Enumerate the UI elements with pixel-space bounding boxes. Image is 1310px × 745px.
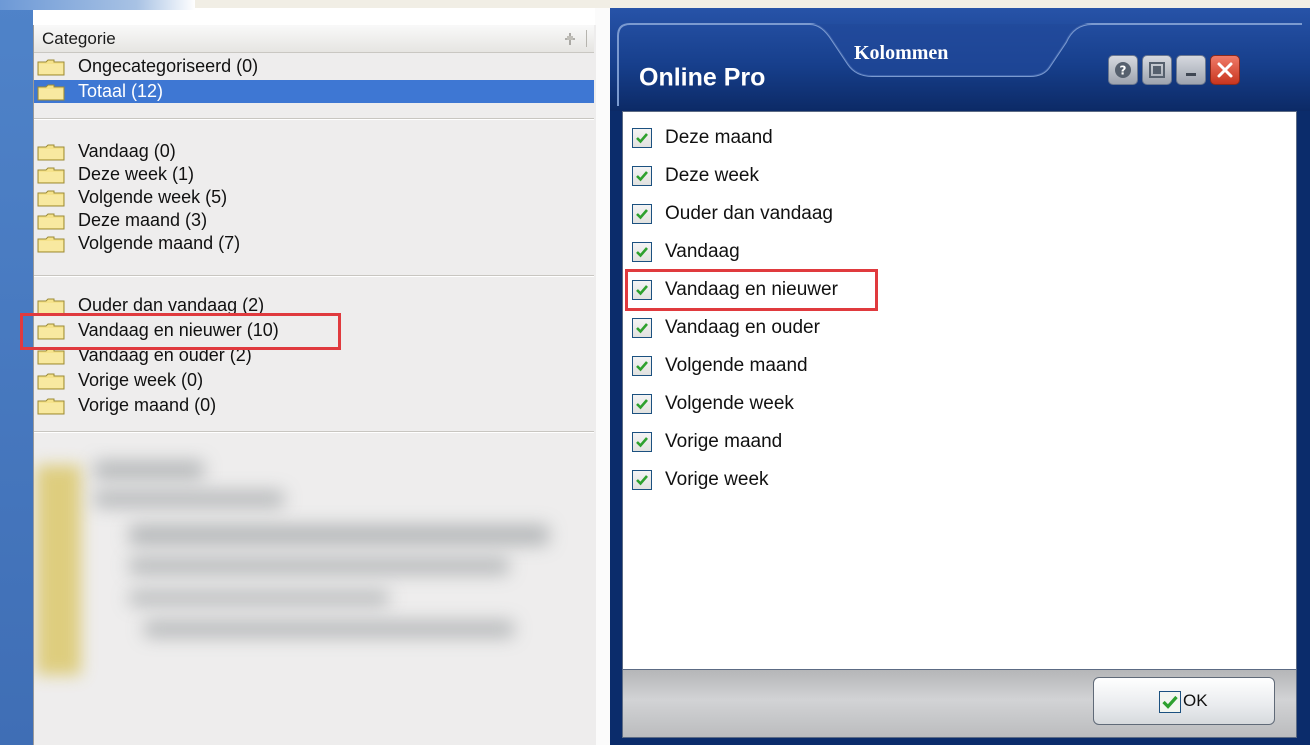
check-icon xyxy=(636,209,648,220)
checkbox[interactable] xyxy=(632,242,652,262)
folder-icon xyxy=(37,84,65,101)
column-label: Vorige week xyxy=(665,469,769,490)
category-label: Volgende maand (7) xyxy=(78,233,241,253)
checkbox[interactable] xyxy=(632,356,652,376)
desktop-left-strip xyxy=(0,0,33,745)
category-label: Deze maand (3) xyxy=(78,210,208,230)
folder-icon xyxy=(37,167,65,184)
folder-icon xyxy=(37,373,65,390)
category-label: Vorige maand (0) xyxy=(78,395,217,415)
top-strip xyxy=(195,0,1310,8)
minimize-icon xyxy=(1186,73,1196,76)
group-divider-highlight xyxy=(34,119,594,120)
checkbox[interactable] xyxy=(632,394,652,414)
check-icon xyxy=(636,475,648,486)
annotation-highlight-box xyxy=(625,269,878,311)
category-panel-header[interactable]: Categorie xyxy=(34,25,594,53)
category-header-label: Categorie xyxy=(42,29,116,48)
column-label: Volgende week xyxy=(665,393,794,414)
check-icon xyxy=(636,171,648,182)
app-title: Online Pro xyxy=(639,63,766,92)
column-label: Ouder dan vandaag xyxy=(665,203,833,224)
column-label: Deze week xyxy=(665,165,759,186)
gap-strip xyxy=(595,8,610,745)
folder-icon xyxy=(37,236,65,253)
window-top-edge xyxy=(0,0,195,10)
minimize-button[interactable] xyxy=(1176,55,1206,85)
column-label: Deze maand xyxy=(665,127,773,148)
category-label: Deze week (1) xyxy=(78,164,195,184)
screen-button[interactable] xyxy=(1142,55,1172,85)
blurred-content xyxy=(34,443,594,745)
check-icon xyxy=(636,399,648,410)
check-icon xyxy=(636,323,648,334)
ok-button[interactable]: OK xyxy=(1093,677,1275,725)
category-label: Volgende week (5) xyxy=(78,187,228,207)
category-item-totaal[interactable]: Totaal (12) xyxy=(34,80,594,103)
close-button[interactable] xyxy=(1210,55,1240,85)
group-divider-highlight xyxy=(34,276,594,277)
check-icon xyxy=(636,437,648,448)
checkbox[interactable] xyxy=(632,318,652,338)
column-label: Volgende maand xyxy=(665,355,808,376)
column-label: Vandaag xyxy=(665,241,740,262)
annotation-highlight-box xyxy=(20,313,341,350)
folder-icon xyxy=(37,213,65,230)
folder-icon xyxy=(37,348,65,365)
columns-list: Deze maand Deze week Ouder dan vandaag V… xyxy=(622,111,1297,671)
tab-kolommen[interactable]: Kolommen xyxy=(854,42,948,65)
check-icon xyxy=(636,361,648,372)
help-icon: ? xyxy=(1115,62,1131,78)
category-label: Vorige week (0) xyxy=(78,370,204,390)
category-panel: Categorie Ongecategoriseerd (0) Totaal (… xyxy=(20,25,596,745)
checkbox[interactable] xyxy=(632,470,652,490)
category-label: Totaal (12) xyxy=(78,81,164,101)
dialog-titlebar[interactable]: Online Pro Kolommen ? xyxy=(610,8,1310,111)
category-label: Ongecategoriseerd (0) xyxy=(78,56,259,76)
group-divider-highlight xyxy=(34,432,594,433)
folder-icon xyxy=(37,144,65,161)
folder-icon xyxy=(37,59,65,76)
checkbox[interactable] xyxy=(632,128,652,148)
check-icon xyxy=(636,247,648,258)
svg-text:?: ? xyxy=(1120,64,1127,78)
checkbox[interactable] xyxy=(632,204,652,224)
checkbox[interactable] xyxy=(632,432,652,452)
columns-dialog: Online Pro Kolommen ? Deze maand Deze we… xyxy=(610,8,1310,745)
help-button[interactable]: ? xyxy=(1108,55,1138,85)
ok-check-icon xyxy=(1159,691,1181,713)
header-separator xyxy=(586,30,587,47)
checkbox[interactable] xyxy=(632,166,652,186)
folder-icon xyxy=(37,398,65,415)
category-label: Vandaag (0) xyxy=(78,141,176,161)
dialog-footer: OK xyxy=(622,669,1297,738)
check-icon xyxy=(636,133,648,144)
pin-icon[interactable] xyxy=(562,31,578,47)
column-label: Vorige maand xyxy=(665,431,783,452)
close-icon xyxy=(1217,62,1233,78)
column-label: Vandaag en ouder xyxy=(665,317,820,338)
ok-label: OK xyxy=(1183,691,1208,710)
screen-icon xyxy=(1149,62,1165,78)
folder-icon xyxy=(37,190,65,207)
